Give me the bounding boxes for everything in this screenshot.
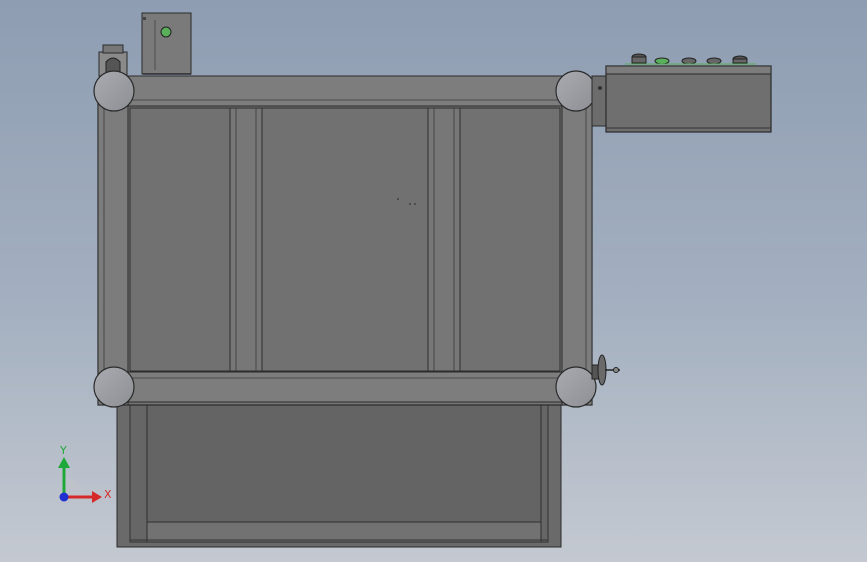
reference-triad: [58, 457, 102, 503]
control-box-mount: [591, 75, 607, 127]
corner-roller-top-right: [555, 70, 597, 112]
hand-wheel: [591, 354, 620, 386]
lower-tray: [116, 399, 562, 548]
panel-divider-right: [427, 107, 461, 372]
corner-roller-bottom-right: [555, 366, 597, 408]
bottom-beam: [111, 371, 579, 403]
panel-3: [459, 107, 561, 372]
y-axis-label: Y: [59, 444, 67, 457]
corner-roller-top-left: [93, 70, 135, 112]
control-box-buttons: [625, 53, 756, 65]
corner-roller-bottom-left: [93, 366, 135, 408]
control-box: [605, 65, 772, 133]
panel-1: [129, 107, 231, 372]
panel-2: [261, 107, 429, 372]
panel-divider-left: [229, 107, 263, 372]
cad-model-view[interactable]: Y X: [0, 0, 867, 562]
top-mount-bracket: [141, 12, 192, 75]
graphics-viewport[interactable]: Y X: [0, 0, 867, 562]
x-axis-label: X: [104, 488, 112, 501]
top-beam: [111, 75, 579, 107]
